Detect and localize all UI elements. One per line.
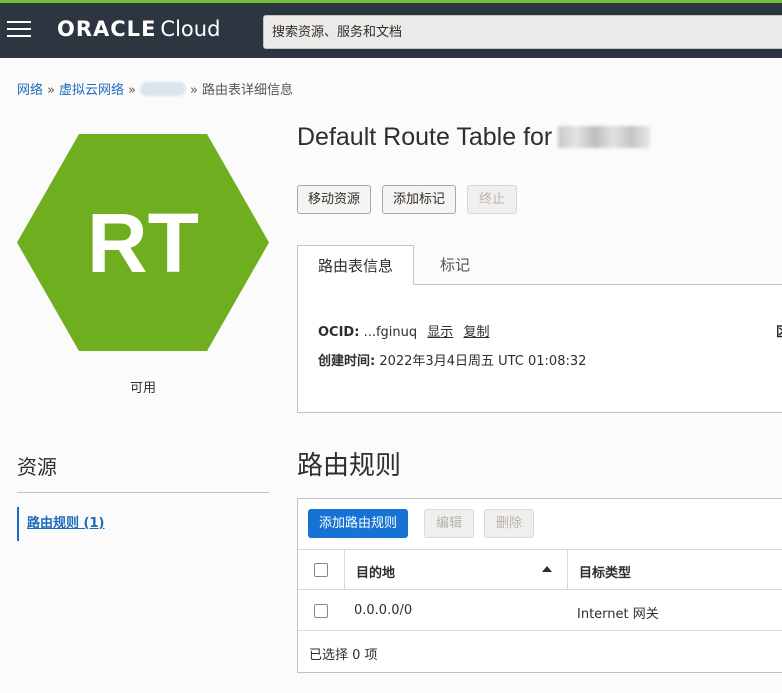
table-footer-border: [298, 630, 782, 631]
breadcrumb: 网络» 虚拟云网络»» 路由表详细信息: [17, 79, 293, 98]
oracle-cloud-logo[interactable]: ORACLE Cloud: [57, 17, 220, 41]
breadcrumb-vcn[interactable]: 虚拟云网络: [59, 83, 124, 98]
ocid-row: OCID: ...fginuq 显示 复制: [318, 321, 489, 340]
breadcrumb-networking[interactable]: 网络: [17, 83, 43, 98]
menu-icon[interactable]: [7, 21, 31, 37]
breadcrumb-separator: »: [189, 83, 198, 98]
add-tags-button[interactable]: 添加标记: [382, 185, 457, 214]
top-nav-bar: ORACLE Cloud: [0, 0, 782, 58]
resources-heading: 资源: [17, 455, 57, 479]
breadcrumb-current: 路由表详细信息: [201, 83, 293, 98]
ocid-copy-link[interactable]: 复制: [463, 325, 489, 340]
page-title-text: Default Route Table for: [297, 123, 553, 151]
resources-divider: [17, 492, 269, 493]
row-checkbox[interactable]: [314, 604, 328, 618]
select-all-checkbox[interactable]: [314, 563, 328, 577]
brand-cloud: Cloud: [160, 17, 221, 41]
search-input[interactable]: [263, 15, 782, 49]
cut-off-label: 区: [776, 321, 782, 340]
route-rules-title: 路由规则: [297, 451, 402, 481]
column-header-target-type[interactable]: 目标类型: [579, 562, 631, 581]
tab-tags[interactable]: 标记: [420, 245, 490, 285]
created-label: 创建时间:: [318, 354, 376, 369]
edit-button[interactable]: 编辑: [424, 509, 474, 538]
table-header-bottom-border: [298, 589, 782, 590]
ocid-label: OCID:: [318, 325, 360, 340]
tab-route-table-info[interactable]: 路由表信息: [297, 245, 415, 285]
cell-destination: 0.0.0.0/0: [354, 603, 413, 618]
table-header-top-border: [298, 549, 782, 550]
terminate-button[interactable]: 终止: [467, 185, 517, 214]
column-divider: [344, 549, 345, 589]
ocid-value: ...fginuq: [363, 325, 418, 340]
route-table-hexagon-icon: RT: [17, 134, 269, 351]
page-title: Default Route Table for: [297, 123, 651, 152]
column-divider: [567, 549, 568, 589]
sort-ascending-icon[interactable]: [542, 566, 552, 572]
delete-button[interactable]: 删除: [484, 509, 534, 538]
brand-oracle: ORACLE: [57, 17, 157, 41]
breadcrumb-redacted-vcn[interactable]: [139, 82, 186, 96]
breadcrumb-separator: »: [128, 83, 136, 98]
column-header-destination[interactable]: 目的地: [356, 562, 395, 581]
page-title-redacted: [558, 126, 651, 148]
created-value: 2022年3月4日周五 UTC 01:08:32: [379, 354, 587, 369]
status-text: 可用: [129, 381, 156, 396]
details-panel: OCID: ...fginuq 显示 复制 创建时间: 2022年3月4日周五 …: [297, 284, 782, 413]
created-row: 创建时间: 2022年3月4日周五 UTC 01:08:32: [318, 350, 586, 369]
move-resource-button[interactable]: 移动资源: [297, 185, 372, 214]
selection-count: 已选择 0 项: [309, 648, 378, 663]
hexagon-label: RT: [87, 196, 199, 290]
cell-target-type: Internet 网关: [577, 607, 659, 622]
route-rules-table: 添加路由规则 编辑 删除 目的地 目标类型 0.0.0.0/0 Internet…: [297, 498, 782, 673]
ocid-show-link[interactable]: 显示: [427, 325, 453, 340]
breadcrumb-separator: »: [47, 83, 55, 98]
resources-item-route-rules[interactable]: 路由规则 (1): [17, 507, 104, 541]
add-route-rules-button[interactable]: 添加路由规则: [308, 509, 409, 538]
